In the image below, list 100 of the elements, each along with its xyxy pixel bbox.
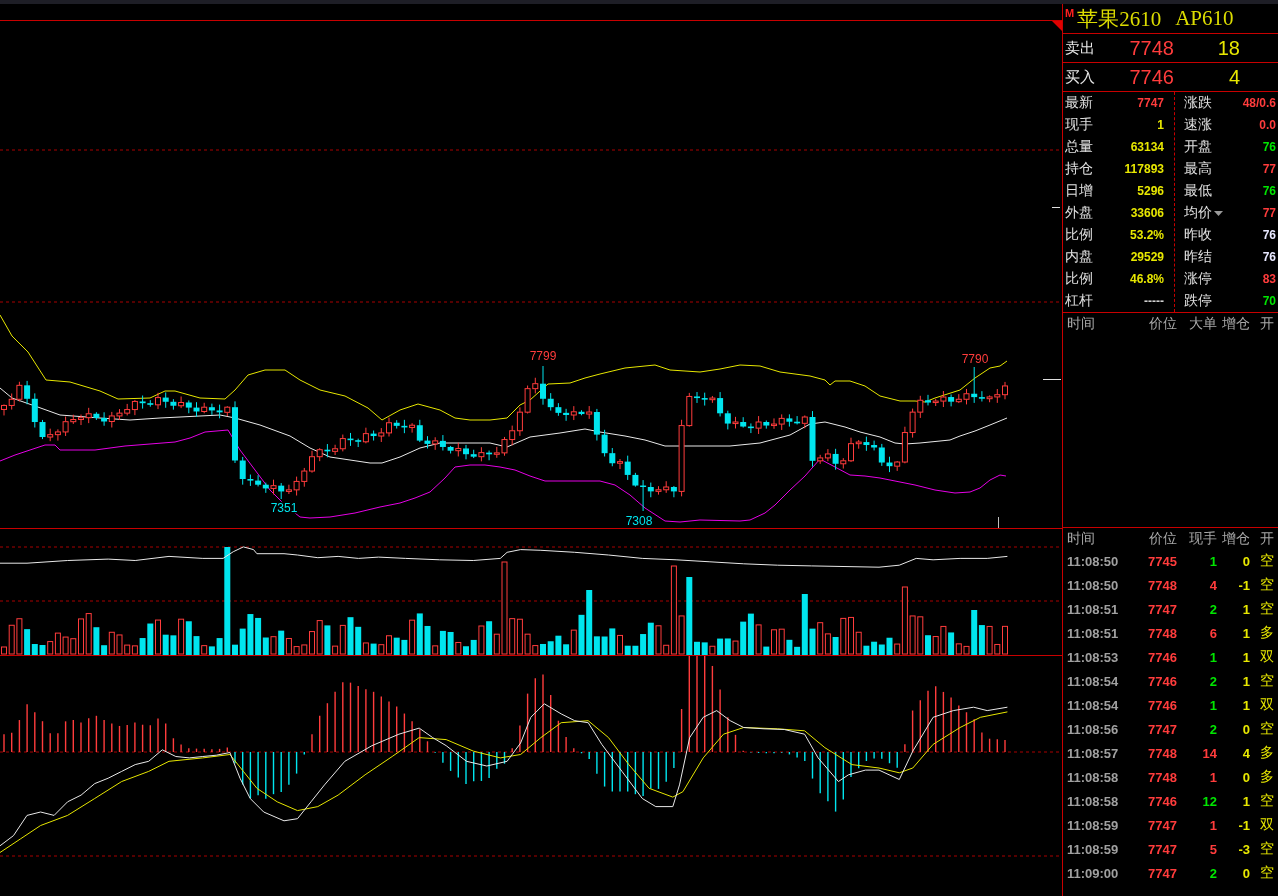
trade-type: 空: [1259, 600, 1275, 618]
quote-volume: 4: [1227, 65, 1240, 89]
quote-volume: 18: [1216, 36, 1240, 60]
trade-type: 空: [1259, 552, 1275, 570]
trade-time: 11:09:00: [1067, 865, 1120, 881]
stat-value: 83: [1262, 272, 1276, 286]
trade-oi-change: 1: [1241, 697, 1250, 713]
instrument-name: 苹果2610: [1077, 5, 1162, 33]
stat-value: 117893: [1124, 162, 1164, 176]
column-header: 大单: [1188, 314, 1217, 333]
quote-price: 7748: [1128, 36, 1174, 60]
trade-type: 空: [1259, 840, 1275, 858]
stat-value: 33606: [1130, 206, 1164, 220]
stat-label: 比例: [1065, 226, 1093, 244]
stat-value: 76: [1262, 184, 1276, 198]
trade-time: 11:08:54: [1067, 673, 1120, 689]
stat-value: -----: [1144, 294, 1164, 308]
column-header: 价位: [1148, 314, 1177, 333]
trade-oi-change: -1: [1237, 577, 1250, 593]
trade-oi-change: 0: [1241, 769, 1250, 785]
trade-time: 11:08:53: [1067, 649, 1120, 665]
trade-volume: 1: [1208, 553, 1217, 569]
column-header: 时间: [1067, 314, 1096, 333]
stat-value: 53.2%: [1129, 228, 1164, 242]
trade-volume: 1: [1208, 817, 1217, 833]
trade-oi-change: 0: [1241, 721, 1250, 737]
trade-type: 多: [1259, 768, 1275, 786]
trade-oi-change: 0: [1241, 865, 1250, 881]
trade-volume: 1: [1208, 697, 1217, 713]
trade-price: 7747: [1147, 817, 1177, 833]
stat-label: 跌停: [1184, 292, 1212, 310]
trade-oi-change: 1: [1241, 673, 1250, 689]
trade-oi-change: 1: [1241, 793, 1250, 809]
trade-oi-change: -3: [1237, 841, 1250, 857]
trade-time: 11:08:56: [1067, 721, 1120, 737]
trade-type: 空: [1259, 720, 1275, 738]
trade-type: 多: [1259, 744, 1275, 762]
trade-type: 空: [1259, 864, 1275, 882]
trade-type: 双: [1259, 696, 1275, 714]
quote-label: 卖出: [1064, 38, 1096, 58]
stat-value: 0.0: [1259, 118, 1276, 132]
stat-label: 比例: [1065, 270, 1093, 288]
trade-oi-change: 4: [1241, 745, 1250, 761]
stat-label: 涨停: [1184, 270, 1212, 288]
column-header: 开: [1259, 529, 1275, 548]
stat-value: 63134: [1130, 140, 1164, 154]
stat-label: 最高: [1184, 160, 1212, 178]
trade-volume: 12: [1201, 793, 1217, 809]
quote-price: 7746: [1128, 65, 1174, 89]
stat-value: 77: [1262, 206, 1276, 220]
trade-oi-change: 1: [1241, 625, 1250, 641]
trade-volume: 2: [1208, 673, 1217, 689]
stat-value: 7747: [1137, 96, 1164, 110]
trade-price: 7746: [1147, 649, 1177, 665]
stat-value: 70: [1262, 294, 1276, 308]
trade-price: 7745: [1147, 553, 1177, 569]
trade-oi-change: 1: [1241, 601, 1250, 617]
trade-volume: 1: [1208, 649, 1217, 665]
stat-label: 日增: [1065, 182, 1093, 200]
stat-value: 29529: [1130, 250, 1164, 264]
stat-label: 昨结: [1184, 248, 1212, 266]
trade-price: 7748: [1147, 745, 1177, 761]
caret-icon[interactable]: [1214, 210, 1223, 216]
stat-value: 48/0.6: [1242, 96, 1276, 110]
market-label: M: [1065, 7, 1075, 19]
trade-time: 11:08:58: [1067, 769, 1120, 785]
trade-time: 11:08:59: [1067, 841, 1120, 857]
column-header: 增仓: [1221, 529, 1250, 548]
trade-price: 7748: [1147, 577, 1177, 593]
stat-label: 涨跌: [1184, 94, 1212, 112]
stat-label: 最低: [1184, 182, 1212, 200]
trade-time: 11:08:50: [1067, 577, 1120, 593]
stat-label: 速涨: [1184, 116, 1212, 134]
trade-time: 11:08:59: [1067, 817, 1120, 833]
column-header: 开: [1259, 314, 1275, 333]
stat-value: 77: [1262, 162, 1276, 176]
trade-type: 空: [1259, 792, 1275, 810]
trade-time: 11:08:57: [1067, 745, 1120, 761]
trade-price: 7747: [1147, 721, 1177, 737]
trade-price: 7747: [1147, 841, 1177, 857]
trade-oi-change: -1: [1237, 817, 1250, 833]
trade-type: 空: [1259, 576, 1275, 594]
trade-price: 7748: [1147, 625, 1177, 641]
trade-type: 多: [1259, 624, 1275, 642]
trade-oi-change: 1: [1241, 649, 1250, 665]
stat-value: 1: [1157, 118, 1164, 132]
stat-label: 开盘: [1184, 138, 1212, 156]
stat-label: 总量: [1065, 138, 1093, 156]
stat-label: 内盘: [1065, 248, 1093, 266]
trade-oi-change: 0: [1241, 553, 1250, 569]
trade-time: 11:08:50: [1067, 553, 1120, 569]
trade-price: 7747: [1147, 865, 1177, 881]
column-header: 时间: [1067, 529, 1096, 548]
trade-volume: 5: [1208, 841, 1217, 857]
instrument-code: AP610: [1175, 6, 1234, 31]
trade-time: 11:08:51: [1067, 601, 1120, 617]
trade-volume: 1: [1208, 769, 1217, 785]
trade-volume: 2: [1208, 865, 1217, 881]
column-header: 增仓: [1221, 314, 1250, 333]
stat-label: 最新: [1065, 94, 1093, 112]
